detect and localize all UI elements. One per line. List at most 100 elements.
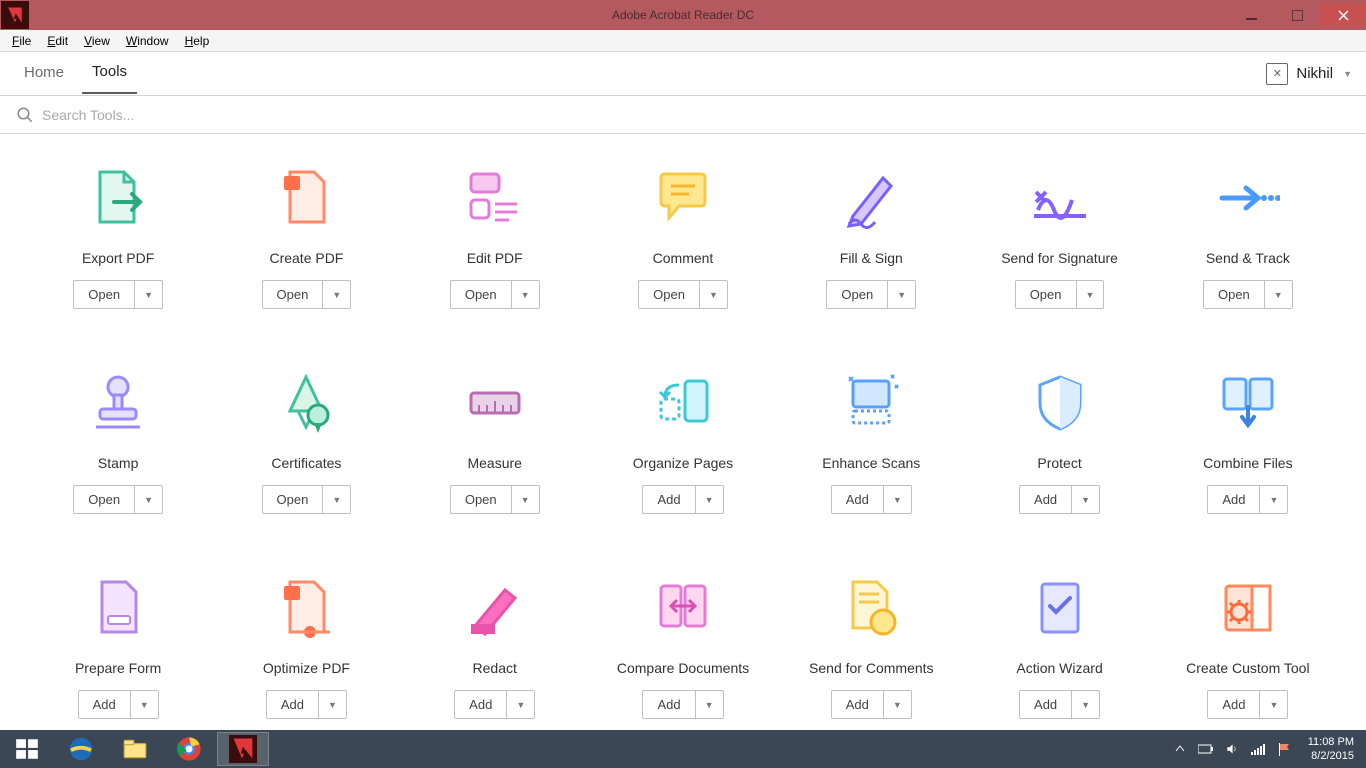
add-button[interactable]: Add	[832, 691, 884, 718]
compare-documents-icon[interactable]	[649, 574, 717, 642]
taskbar: 11:08 PM 8/2/2015	[0, 730, 1366, 768]
open-button[interactable]: Open	[1016, 281, 1077, 308]
fill-sign-icon[interactable]	[837, 164, 905, 232]
comment-icon[interactable]	[649, 164, 717, 232]
create-pdf-icon[interactable]	[272, 164, 340, 232]
dropdown-caret[interactable]: ▼	[323, 281, 350, 308]
taskbar-acrobat[interactable]	[217, 732, 269, 766]
tool-card: Optimize PDFAdd▼	[212, 574, 400, 719]
dropdown-caret[interactable]: ▼	[319, 691, 346, 718]
dropdown-caret[interactable]: ▼	[696, 486, 723, 513]
dropdown-caret[interactable]: ▼	[512, 281, 539, 308]
tool-label: Enhance Scans	[822, 455, 920, 471]
menu-help[interactable]: Help	[177, 32, 218, 50]
send-track-icon[interactable]	[1214, 164, 1282, 232]
organize-pages-icon[interactable]	[649, 369, 717, 437]
certificates-icon[interactable]	[272, 369, 340, 437]
tool-action-group: Add▼	[642, 690, 723, 719]
dropdown-caret[interactable]: ▼	[1072, 486, 1099, 513]
open-button[interactable]: Open	[827, 281, 888, 308]
dropdown-caret[interactable]: ▼	[323, 486, 350, 513]
dropdown-caret[interactable]: ▼	[1265, 281, 1292, 308]
mobile-link-icon[interactable]: ✕	[1266, 63, 1288, 85]
dropdown-caret[interactable]: ▼	[696, 691, 723, 718]
tray-battery-icon[interactable]	[1198, 741, 1214, 757]
dropdown-caret[interactable]: ▼	[135, 486, 162, 513]
minimize-button[interactable]	[1228, 4, 1274, 26]
menu-file[interactable]: File	[4, 32, 39, 50]
optimize-pdf-icon[interactable]	[272, 574, 340, 642]
dropdown-caret[interactable]: ▼	[1077, 281, 1104, 308]
menu-view[interactable]: View	[76, 32, 118, 50]
add-button[interactable]: Add	[643, 486, 695, 513]
add-button[interactable]: Add	[455, 691, 507, 718]
add-button[interactable]: Add	[1208, 486, 1260, 513]
enhance-scans-icon[interactable]	[837, 369, 905, 437]
title-bar: Adobe Acrobat Reader DC	[0, 0, 1366, 30]
add-button[interactable]: Add	[832, 486, 884, 513]
system-tray: 11:08 PM 8/2/2015	[1172, 735, 1366, 763]
tray-clock[interactable]: 11:08 PM 8/2/2015	[1302, 735, 1360, 763]
send-comments-icon[interactable]	[837, 574, 905, 642]
menu-window[interactable]: Window	[118, 32, 177, 50]
tool-action-group: Add▼	[1207, 690, 1288, 719]
user-name[interactable]: Nikhil	[1296, 65, 1333, 82]
add-button[interactable]: Add	[1020, 486, 1072, 513]
dropdown-caret[interactable]: ▼	[1072, 691, 1099, 718]
menu-edit[interactable]: Edit	[39, 32, 76, 50]
dropdown-caret[interactable]: ▼	[135, 281, 162, 308]
tools-scroll-area[interactable]: Export PDFOpen▼Create PDFOpen▼Edit PDFOp…	[0, 134, 1366, 730]
tray-flag-icon[interactable]	[1276, 741, 1292, 757]
dropdown-caret[interactable]: ▼	[700, 281, 727, 308]
tool-action-group: Add▼	[642, 485, 723, 514]
tool-action-group: Open▼	[450, 280, 540, 309]
tray-up-icon[interactable]	[1172, 741, 1188, 757]
open-button[interactable]: Open	[263, 486, 324, 513]
export-pdf-icon[interactable]	[84, 164, 152, 232]
custom-tool-icon[interactable]	[1214, 574, 1282, 642]
tray-network-icon[interactable]	[1250, 741, 1266, 757]
dropdown-caret[interactable]: ▼	[1260, 691, 1287, 718]
tab-home[interactable]: Home	[14, 54, 74, 93]
dropdown-caret[interactable]: ▼	[1260, 486, 1287, 513]
taskbar-explorer[interactable]	[109, 732, 161, 766]
dropdown-caret[interactable]: ▼	[884, 486, 911, 513]
combine-files-icon[interactable]	[1214, 369, 1282, 437]
add-button[interactable]: Add	[79, 691, 131, 718]
tool-label: Edit PDF	[467, 250, 523, 266]
open-button[interactable]: Open	[451, 486, 512, 513]
dropdown-caret[interactable]: ▼	[884, 691, 911, 718]
maximize-button[interactable]	[1274, 4, 1320, 26]
open-button[interactable]: Open	[263, 281, 324, 308]
open-button[interactable]: Open	[74, 281, 135, 308]
tool-action-group: Open▼	[450, 485, 540, 514]
open-button[interactable]: Open	[1204, 281, 1265, 308]
open-button[interactable]: Open	[74, 486, 135, 513]
user-menu-caret[interactable]: ▼	[1343, 69, 1352, 79]
tray-volume-icon[interactable]	[1224, 741, 1240, 757]
dropdown-caret[interactable]: ▼	[507, 691, 534, 718]
add-button[interactable]: Add	[267, 691, 319, 718]
stamp-icon[interactable]	[84, 369, 152, 437]
prepare-form-icon[interactable]	[84, 574, 152, 642]
redact-icon[interactable]	[461, 574, 529, 642]
add-button[interactable]: Add	[1020, 691, 1072, 718]
open-button[interactable]: Open	[451, 281, 512, 308]
dropdown-caret[interactable]: ▼	[888, 281, 915, 308]
edit-pdf-icon[interactable]	[461, 164, 529, 232]
protect-icon[interactable]	[1026, 369, 1094, 437]
taskbar-start-button[interactable]	[1, 732, 53, 766]
dropdown-caret[interactable]: ▼	[131, 691, 158, 718]
taskbar-chrome[interactable]	[163, 732, 215, 766]
search-input[interactable]	[42, 107, 342, 123]
send-signature-icon[interactable]	[1026, 164, 1094, 232]
measure-icon[interactable]	[461, 369, 529, 437]
close-button[interactable]	[1320, 4, 1366, 26]
tab-tools[interactable]: Tools	[82, 53, 137, 94]
action-wizard-icon[interactable]	[1026, 574, 1094, 642]
taskbar-ie[interactable]	[55, 732, 107, 766]
open-button[interactable]: Open	[639, 281, 700, 308]
dropdown-caret[interactable]: ▼	[512, 486, 539, 513]
add-button[interactable]: Add	[1208, 691, 1260, 718]
add-button[interactable]: Add	[643, 691, 695, 718]
